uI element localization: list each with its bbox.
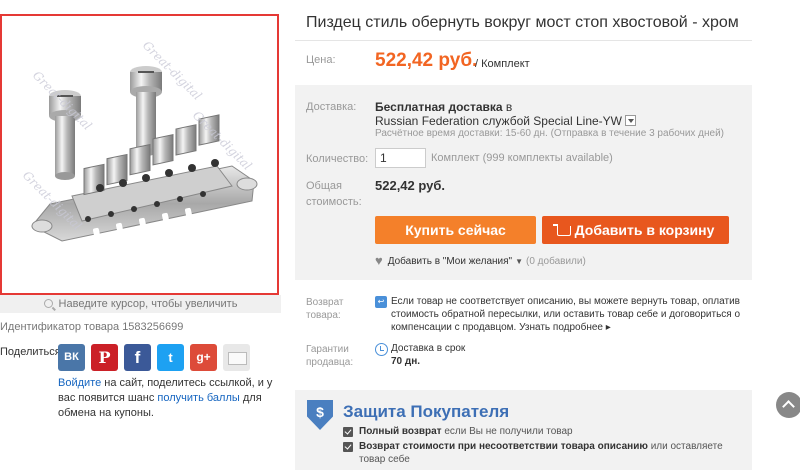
facebook-icon[interactable]: f <box>124 344 151 371</box>
guitar-bridge-image: Great-digital Great-digital Great-digita… <box>20 38 258 243</box>
destination-text: Russian Federation <box>375 114 480 128</box>
zoom-hint-text: Наведите курсор, чтобы увеличить <box>58 298 238 310</box>
vk-icon[interactable]: ВК <box>58 344 85 371</box>
scroll-to-top-button[interactable] <box>776 392 800 418</box>
signin-link[interactable]: Войдите <box>58 377 101 389</box>
quantity-note: Комплект (999 комплекты available) <box>431 152 613 164</box>
free-shipping-text: Бесплатная доставка <box>375 100 503 114</box>
magnifier-icon <box>43 299 53 308</box>
shipping-free: Бесплатная доставка в <box>375 100 512 114</box>
shipping-label: Доставка: <box>306 101 357 113</box>
add-to-cart-button[interactable]: Добавить в корзину <box>542 216 729 244</box>
price-label: Цена: <box>306 54 336 66</box>
wishlist[interactable]: ♥ Добавить в "Мои желания" ▼ (0 добавили) <box>375 253 586 268</box>
check-icon <box>343 442 353 452</box>
pinterest-icon[interactable]: P <box>91 344 118 371</box>
wishlist-count: (0 добавили) <box>526 256 586 267</box>
guarantee-ontime: Доставка в срок <box>391 343 466 354</box>
shipping-destination[interactable]: Russian Federation службой Special Line-… <box>375 114 636 128</box>
quantity-input[interactable]: 1 <box>375 148 426 168</box>
clock-icon <box>375 343 388 356</box>
protection-item-2: Возврат стоимости при несоответствии тов… <box>359 440 744 466</box>
product-image[interactable]: Great-digital Great-digital Great-digita… <box>0 14 279 295</box>
shipping-service: службой Special Line-YW <box>482 114 622 128</box>
check-icon <box>343 427 353 437</box>
protection-item-1: Полный возврат если Вы не получили товар <box>359 425 573 438</box>
buyer-protection-title: Защита Покупателя <box>343 402 510 421</box>
total-value: 522,42 руб. <box>375 178 446 193</box>
chevron-down-icon[interactable] <box>625 115 636 126</box>
share-points-text: Войдите на сайт, поделитесь ссылкой, и у… <box>58 376 273 421</box>
add-to-cart-label: Добавить в корзину <box>574 222 715 238</box>
delivery-estimate: Расчётное время доставки: 15-60 дн. (Отп… <box>375 128 725 139</box>
guarantee-label-line2: продавца: <box>306 357 354 368</box>
buy-now-button[interactable]: Купить сейчас <box>375 216 536 244</box>
share-label: Поделиться: <box>0 346 64 358</box>
share-icons: ВК P f t g+ <box>58 344 250 371</box>
shipping-in: в <box>505 100 513 114</box>
product-id: Идентификатор товара 1583256699 <box>0 321 184 333</box>
product-title: Пиздец стиль обернуть вокруг мост стоп х… <box>306 14 739 31</box>
price-unit: / Комплект <box>475 58 530 70</box>
returns-label-line1: Возврат <box>306 297 344 308</box>
chevron-down-icon[interactable]: ▼ <box>515 257 523 266</box>
total-label-line2: стоимость: <box>306 196 362 208</box>
protection-item-1-bold: Полный возврат <box>359 426 442 437</box>
total-label-line1: Общая <box>306 180 342 192</box>
guarantee-days: 70 дн. <box>391 356 421 367</box>
guarantee-label-line1: Гарантии <box>306 344 349 355</box>
mail-icon[interactable] <box>223 344 250 371</box>
learn-more-link[interactable]: Узнать подробнее ▸ <box>519 322 611 333</box>
quantity-label: Количество: <box>306 153 369 165</box>
return-icon: ↩ <box>375 296 387 308</box>
get-points-link[interactable]: получить баллы <box>157 392 239 404</box>
twitter-icon[interactable]: t <box>157 344 184 371</box>
protection-item-2-bold: Возврат стоимости при несоответствии тов… <box>359 441 648 452</box>
price-value: 522,42 руб. <box>375 50 478 71</box>
wishlist-label[interactable]: Добавить в "Мои желания" <box>388 256 512 267</box>
heart-icon: ♥ <box>375 253 383 268</box>
zoom-hint: Наведите курсор, чтобы увеличить <box>0 295 281 313</box>
google-plus-icon[interactable]: g+ <box>190 344 217 371</box>
returns-text: Если товар не соответствует описанию, вы… <box>391 295 741 334</box>
title-divider <box>295 40 752 41</box>
returns-label-line2: товара: <box>306 310 341 321</box>
cart-icon <box>552 224 571 236</box>
protection-item-1-rest: если Вы не получили товар <box>444 426 573 437</box>
